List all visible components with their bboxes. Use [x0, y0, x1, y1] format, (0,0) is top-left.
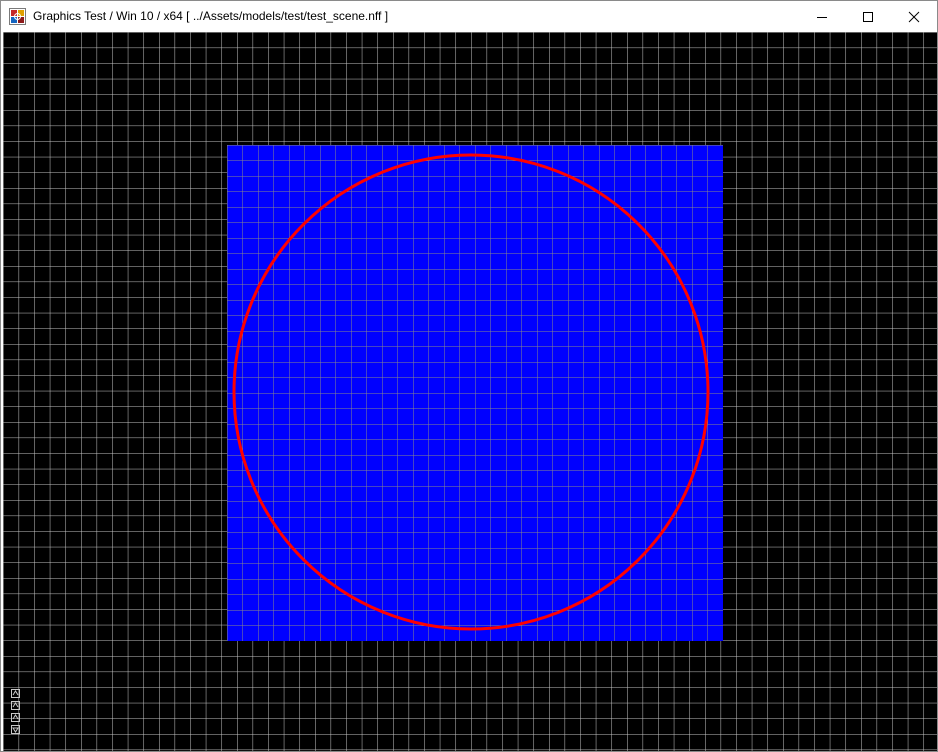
minimize-button[interactable] — [799, 1, 845, 32]
minimize-icon — [817, 16, 827, 18]
maximize-button[interactable] — [845, 1, 891, 32]
maximize-icon — [863, 11, 873, 22]
close-button[interactable] — [891, 1, 937, 32]
close-icon — [908, 11, 920, 22]
render-viewport[interactable] — [3, 32, 937, 751]
hud-icon-3[interactable] — [11, 713, 20, 722]
window-title: Graphics Test / Win 10 / x64 [ ../Assets… — [33, 9, 389, 23]
hud-icon-2[interactable] — [11, 701, 20, 710]
hud-glyph-icon — [12, 690, 19, 696]
scene-canvas[interactable] — [3, 32, 937, 751]
app-window: Graphics Test / Win 10 / x64 [ ../Assets… — [0, 0, 938, 752]
hud-icon-4[interactable] — [11, 725, 20, 734]
hud-glyph-icon — [12, 727, 19, 733]
hud-overlay — [11, 689, 23, 737]
blue-square[interactable] — [227, 145, 723, 641]
hud-glyph-icon — [12, 702, 19, 708]
render-app-icon[interactable] — [9, 8, 26, 25]
hud-glyph-icon — [12, 714, 19, 720]
title-bar[interactable]: Graphics Test / Win 10 / x64 [ ../Assets… — [1, 1, 937, 32]
hud-icon-1[interactable] — [11, 689, 20, 698]
